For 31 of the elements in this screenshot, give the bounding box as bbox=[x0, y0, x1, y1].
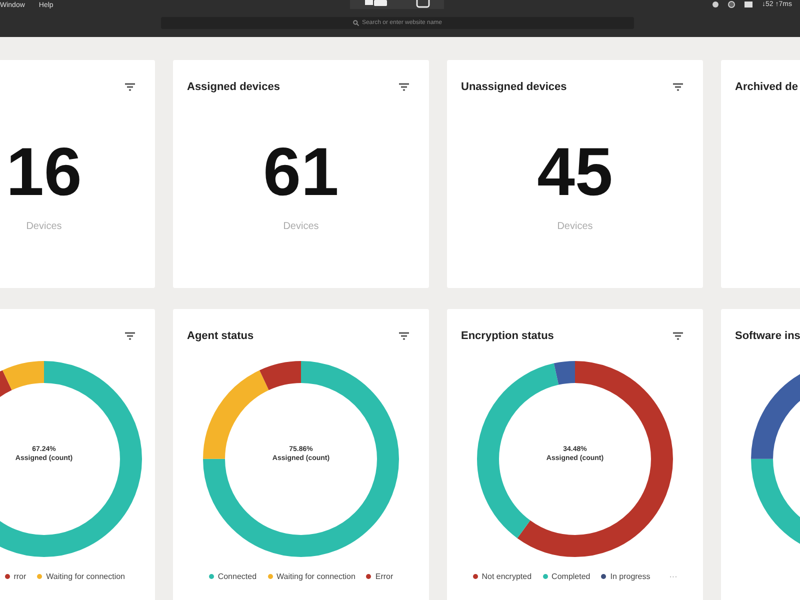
card-title: Archived de bbox=[735, 81, 798, 93]
count-unit: Devices bbox=[26, 221, 62, 232]
circle-icon[interactable] bbox=[728, 1, 736, 8]
legend-label: Not encrypted bbox=[482, 572, 532, 581]
card-icon[interactable] bbox=[744, 1, 754, 8]
card-title: Unassigned devices bbox=[461, 81, 567, 93]
circle-icon[interactable] bbox=[712, 1, 720, 8]
filter-icon[interactable] bbox=[125, 332, 135, 340]
filter-icon[interactable] bbox=[673, 83, 683, 91]
legend-label: Waiting for connection bbox=[276, 572, 356, 581]
legend-label: In progress bbox=[610, 572, 650, 581]
card-title: Encryption status bbox=[461, 330, 554, 342]
filter-icon[interactable] bbox=[125, 83, 135, 91]
legend-label: Waiting for connection bbox=[46, 572, 125, 581]
device-count: 16 bbox=[6, 136, 82, 208]
filter-icon[interactable] bbox=[399, 83, 409, 91]
legend-label: Connected bbox=[218, 572, 257, 581]
window-icon[interactable] bbox=[364, 0, 386, 6]
card-title: Software ins bbox=[735, 330, 800, 342]
legend-label: Error bbox=[375, 572, 394, 581]
device-count: 61 bbox=[263, 136, 339, 208]
legend-label: rror bbox=[14, 572, 26, 581]
legend-label: Completed bbox=[552, 572, 590, 581]
card-title: Agent status bbox=[187, 330, 254, 342]
count-unit: Devices bbox=[557, 221, 593, 232]
filter-icon[interactable] bbox=[673, 332, 683, 340]
card-title: Assigned devices bbox=[187, 81, 280, 93]
search-icon bbox=[352, 20, 359, 26]
filter-icon[interactable] bbox=[399, 332, 409, 340]
count-unit: Devices bbox=[283, 221, 319, 232]
device-count: 45 bbox=[537, 136, 613, 208]
